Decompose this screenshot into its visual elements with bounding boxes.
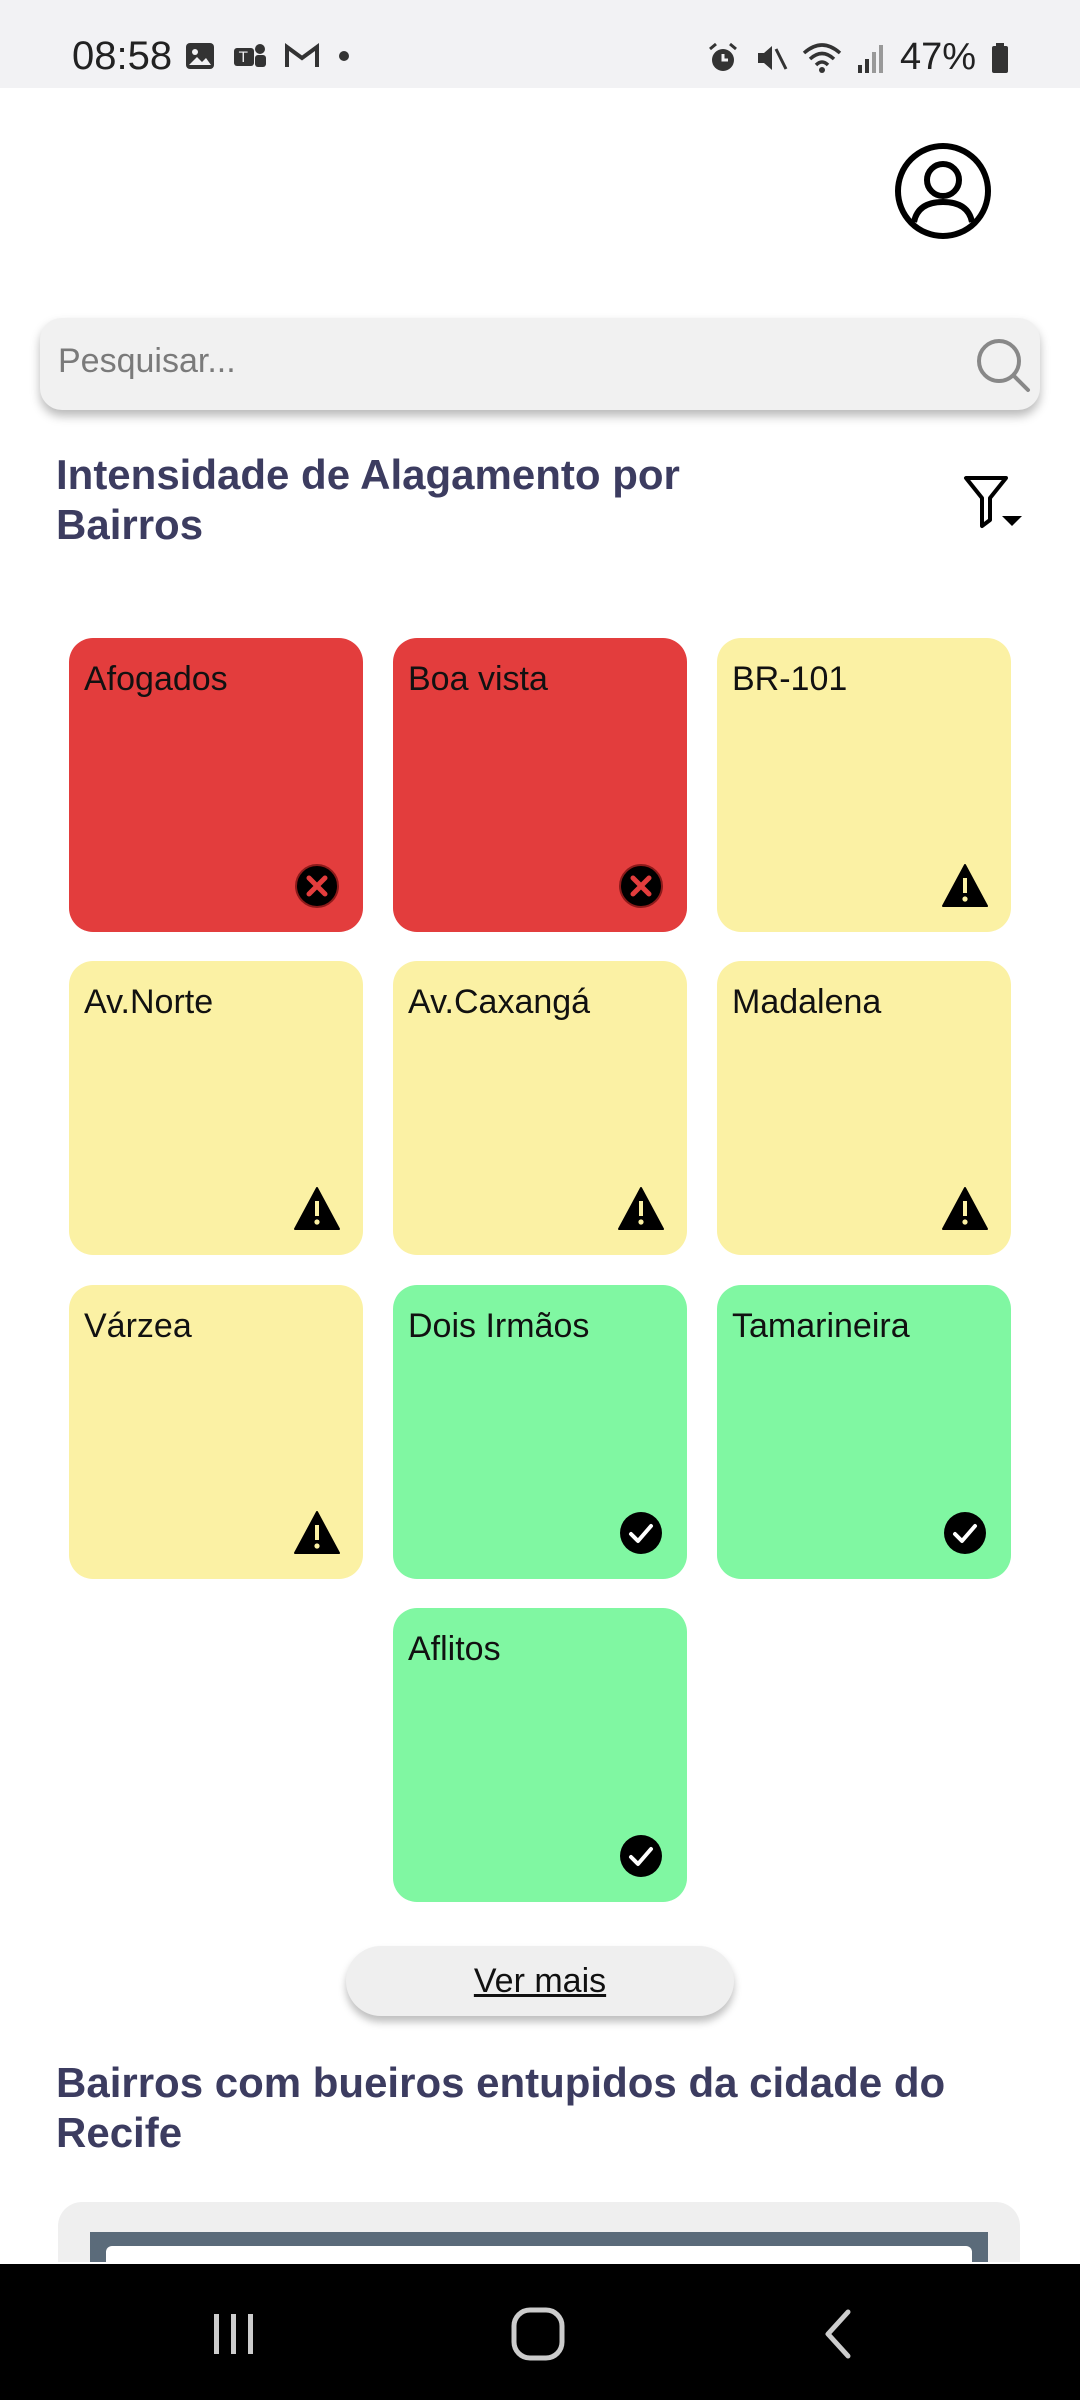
search-bar[interactable]: Pesquisar... (40, 318, 1040, 410)
tile-label: Várzea (84, 1307, 192, 1345)
battery-percent: 47% (899, 36, 976, 78)
check-circle-icon (617, 1832, 665, 1880)
alarm-icon (708, 42, 737, 71)
search-icon[interactable] (970, 332, 1036, 398)
map-card[interactable] (58, 2202, 1020, 2262)
map-overlay (106, 2246, 972, 2262)
check-circle-icon (617, 1509, 665, 1557)
status-time: 08:58 (72, 34, 173, 78)
neighborhood-tile[interactable]: Boa vista (393, 638, 687, 932)
tile-label: Madalena (732, 983, 882, 1021)
recent-apps-icon[interactable] (204, 2304, 264, 2364)
neighborhood-tile[interactable]: Av.Caxangá (393, 961, 687, 1255)
neighborhood-tile[interactable]: Dois Irmãos (393, 1285, 687, 1579)
signal-icon (857, 44, 883, 73)
mute-icon (757, 45, 788, 70)
neighborhood-tile[interactable]: Madalena (717, 961, 1011, 1255)
x-circle-icon (617, 862, 665, 910)
neighborhood-tile[interactable]: BR-101 (717, 638, 1011, 932)
navigation-bar (0, 2264, 1080, 2400)
notification-icons: T (184, 40, 352, 72)
wifi-icon (802, 42, 842, 73)
x-circle-icon (293, 862, 341, 910)
see-more-button[interactable]: Ver mais (346, 1946, 734, 2016)
flood-intensity-title: Intensidade de Alagamento por Bairros (56, 451, 680, 548)
tile-label: Boa vista (408, 660, 548, 698)
home-icon[interactable] (508, 2304, 568, 2364)
tile-label: Afogados (84, 660, 228, 698)
battery-icon (992, 42, 1008, 73)
dot-icon (339, 51, 349, 61)
neighborhood-tile[interactable]: Av.Norte (69, 961, 363, 1255)
neighborhood-tile[interactable]: Várzea (69, 1285, 363, 1579)
neighborhood-tile[interactable]: Tamarineira (717, 1285, 1011, 1579)
clogged-drains-title: Bairros com bueiros entupidos da cidade … (56, 2059, 946, 2156)
filter-icon[interactable] (960, 470, 1026, 536)
warning-icon (617, 1185, 665, 1233)
neighborhood-tile[interactable]: Aflitos (393, 1608, 687, 1902)
tile-label: Av.Norte (84, 983, 214, 1021)
warning-icon (941, 862, 989, 910)
check-circle-icon (941, 1509, 989, 1557)
teams-icon: T (234, 44, 266, 67)
back-icon[interactable] (810, 2304, 870, 2364)
tile-label: Aflitos (408, 1630, 501, 1668)
tile-label: BR-101 (732, 660, 848, 698)
tile-label: Dois Irmãos (408, 1307, 590, 1345)
neighborhood-tile[interactable]: Afogados (69, 638, 363, 932)
svg-text:T: T (238, 50, 248, 66)
warning-icon (293, 1509, 341, 1557)
profile-avatar-icon[interactable] (894, 142, 992, 240)
tile-label: Av.Caxangá (408, 983, 591, 1021)
gmail-icon (285, 43, 319, 67)
search-input[interactable]: Pesquisar... (58, 342, 236, 381)
tile-label: Tamarineira (732, 1307, 910, 1345)
status-bar: 08:58 T 47% (0, 0, 1080, 88)
gallery-icon (186, 43, 214, 69)
warning-icon (293, 1185, 341, 1233)
warning-icon (941, 1185, 989, 1233)
